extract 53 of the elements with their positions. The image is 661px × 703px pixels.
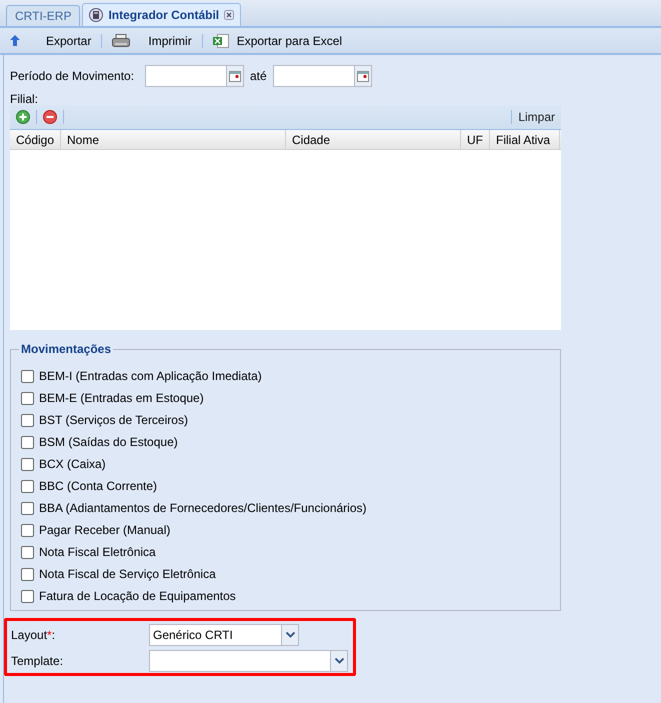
checkbox[interactable] (21, 458, 34, 470)
tab[interactable]: CRTI-ERP (6, 5, 80, 26)
column-header[interactable]: UF (461, 130, 490, 149)
printer-icon (112, 34, 130, 48)
checkbox-label: Nota Fiscal de Serviço Eletrônica (39, 566, 216, 583)
checkbox[interactable] (21, 392, 34, 404)
layout-select[interactable]: Genérico CRTI (149, 624, 299, 646)
checkbox[interactable] (21, 370, 34, 382)
checkbox[interactable] (21, 436, 34, 448)
add-icon[interactable] (16, 110, 30, 124)
checkbox[interactable] (21, 546, 34, 558)
checkbox[interactable] (21, 480, 34, 492)
checkbox-label: Nota Fiscal Eletrônica (39, 544, 156, 561)
checkbox-label: Pagar Receber (Manual) (39, 522, 170, 539)
checkbox-label: BBC (Conta Corrente) (39, 478, 158, 495)
tab[interactable]: Integrador Contábil (82, 3, 242, 26)
caret-icon (334, 658, 344, 664)
toolbar-button[interactable]: Exportar para Excel (212, 32, 342, 50)
date-field[interactable] (272, 65, 372, 87)
checkbox-label: BST (Serviços de Terceiros) (39, 412, 188, 429)
group-title: Movimentações (20, 341, 112, 358)
checkbox[interactable] (21, 414, 34, 426)
calendar-icon (229, 70, 241, 82)
column-header[interactable]: Cidade (286, 130, 461, 149)
remove-icon[interactable] (43, 110, 57, 124)
checkbox-label: BEM-E (Entradas em Estoque) (39, 390, 204, 407)
close-icon[interactable] (224, 10, 234, 20)
checkbox-label: BBA (Adiantamentos de Fornecedores/Clientes/Funcionários) (39, 500, 367, 517)
field-label: até (250, 68, 267, 85)
date-field[interactable] (145, 65, 244, 87)
field-label: Período de Movimento: (10, 68, 136, 85)
column-header[interactable]: Filial Ativa (490, 130, 560, 149)
toolbar-button[interactable]: Exportar (10, 32, 92, 50)
checkbox[interactable] (21, 568, 34, 580)
checkbox[interactable] (21, 590, 34, 602)
checkbox[interactable] (21, 524, 34, 536)
spreadsheet-icon (212, 34, 229, 48)
checkbox-label: BEM-I (Entradas com Aplicação Imediata) (39, 368, 262, 385)
column-header[interactable]: Código (10, 130, 61, 149)
checkbox[interactable] (21, 502, 34, 514)
up-arrow-icon (10, 35, 20, 46)
calculator-icon (89, 8, 104, 22)
checkbox-label: BSM (Saídas do Estoque) (39, 434, 178, 451)
calendar-icon (356, 70, 369, 82)
checkbox-label: Fatura de Locação de Equipamentos (39, 588, 236, 605)
toolbar-button[interactable]: Imprimir (112, 32, 192, 50)
field-label: Layout*: (11, 627, 56, 644)
field-label: Filial: (10, 91, 40, 105)
clear-button[interactable]: Limpar (518, 108, 555, 126)
column-header[interactable]: Nome (61, 130, 286, 149)
caret-icon (286, 632, 294, 638)
field-label: Template: (11, 653, 64, 670)
checkbox-label: BCX (Caixa) (39, 456, 106, 473)
